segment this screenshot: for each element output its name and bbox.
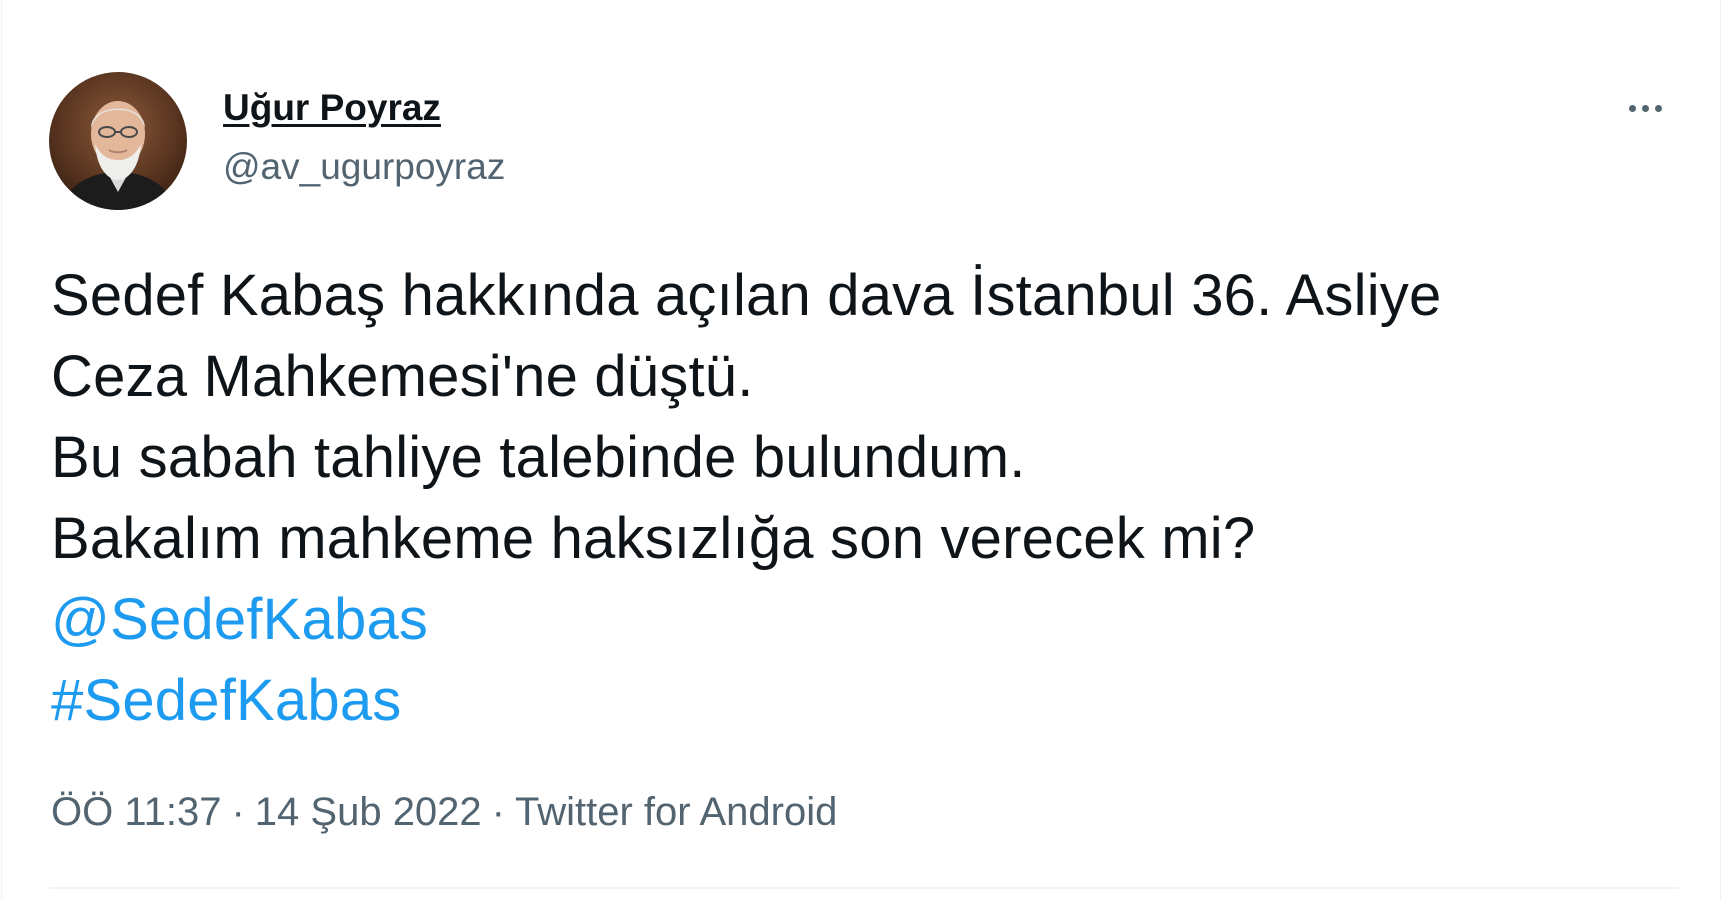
divider <box>49 887 1679 889</box>
tweet-line: Ceza Mahkemesi'ne düştü. <box>51 344 754 409</box>
tweet-meta: ÖÖ 11:37 · 14 Şub 2022 · Twitter for Android <box>51 786 837 838</box>
tweet-date[interactable]: 14 Şub 2022 <box>255 790 482 834</box>
user-handle[interactable]: @av_ugurpoyraz <box>223 143 505 191</box>
tweet-line: Sedef Kabaş hakkında açılan dava İstanbu… <box>51 263 1442 328</box>
tweet-line: Bu sabah tahliye talebinde bulundum. <box>51 425 1026 490</box>
meta-separator: · <box>491 790 505 834</box>
mention-link[interactable]: @SedefKabas <box>51 579 1691 660</box>
avatar[interactable] <box>49 72 187 210</box>
tweet-time[interactable]: ÖÖ 11:37 <box>51 790 221 834</box>
meta-separator: · <box>231 790 245 834</box>
avatar-image <box>49 72 187 210</box>
more-options-icon[interactable] <box>1615 84 1675 132</box>
more-dot <box>1654 104 1662 112</box>
tweet-card: Uğur Poyraz @av_ugurpoyraz Sedef Kabaş h… <box>1 0 1721 900</box>
more-dot <box>1628 104 1636 112</box>
hashtag-link[interactable]: #SedefKabas <box>51 660 1691 741</box>
tweet-source[interactable]: Twitter for Android <box>515 790 837 834</box>
more-dot <box>1641 104 1649 112</box>
tweet-line: Bakalım mahkeme haksızlığa son verecek m… <box>51 506 1256 571</box>
tweet-text: Sedef Kabaş hakkında açılan dava İstanbu… <box>51 255 1691 741</box>
display-name[interactable]: Uğur Poyraz <box>223 84 441 132</box>
